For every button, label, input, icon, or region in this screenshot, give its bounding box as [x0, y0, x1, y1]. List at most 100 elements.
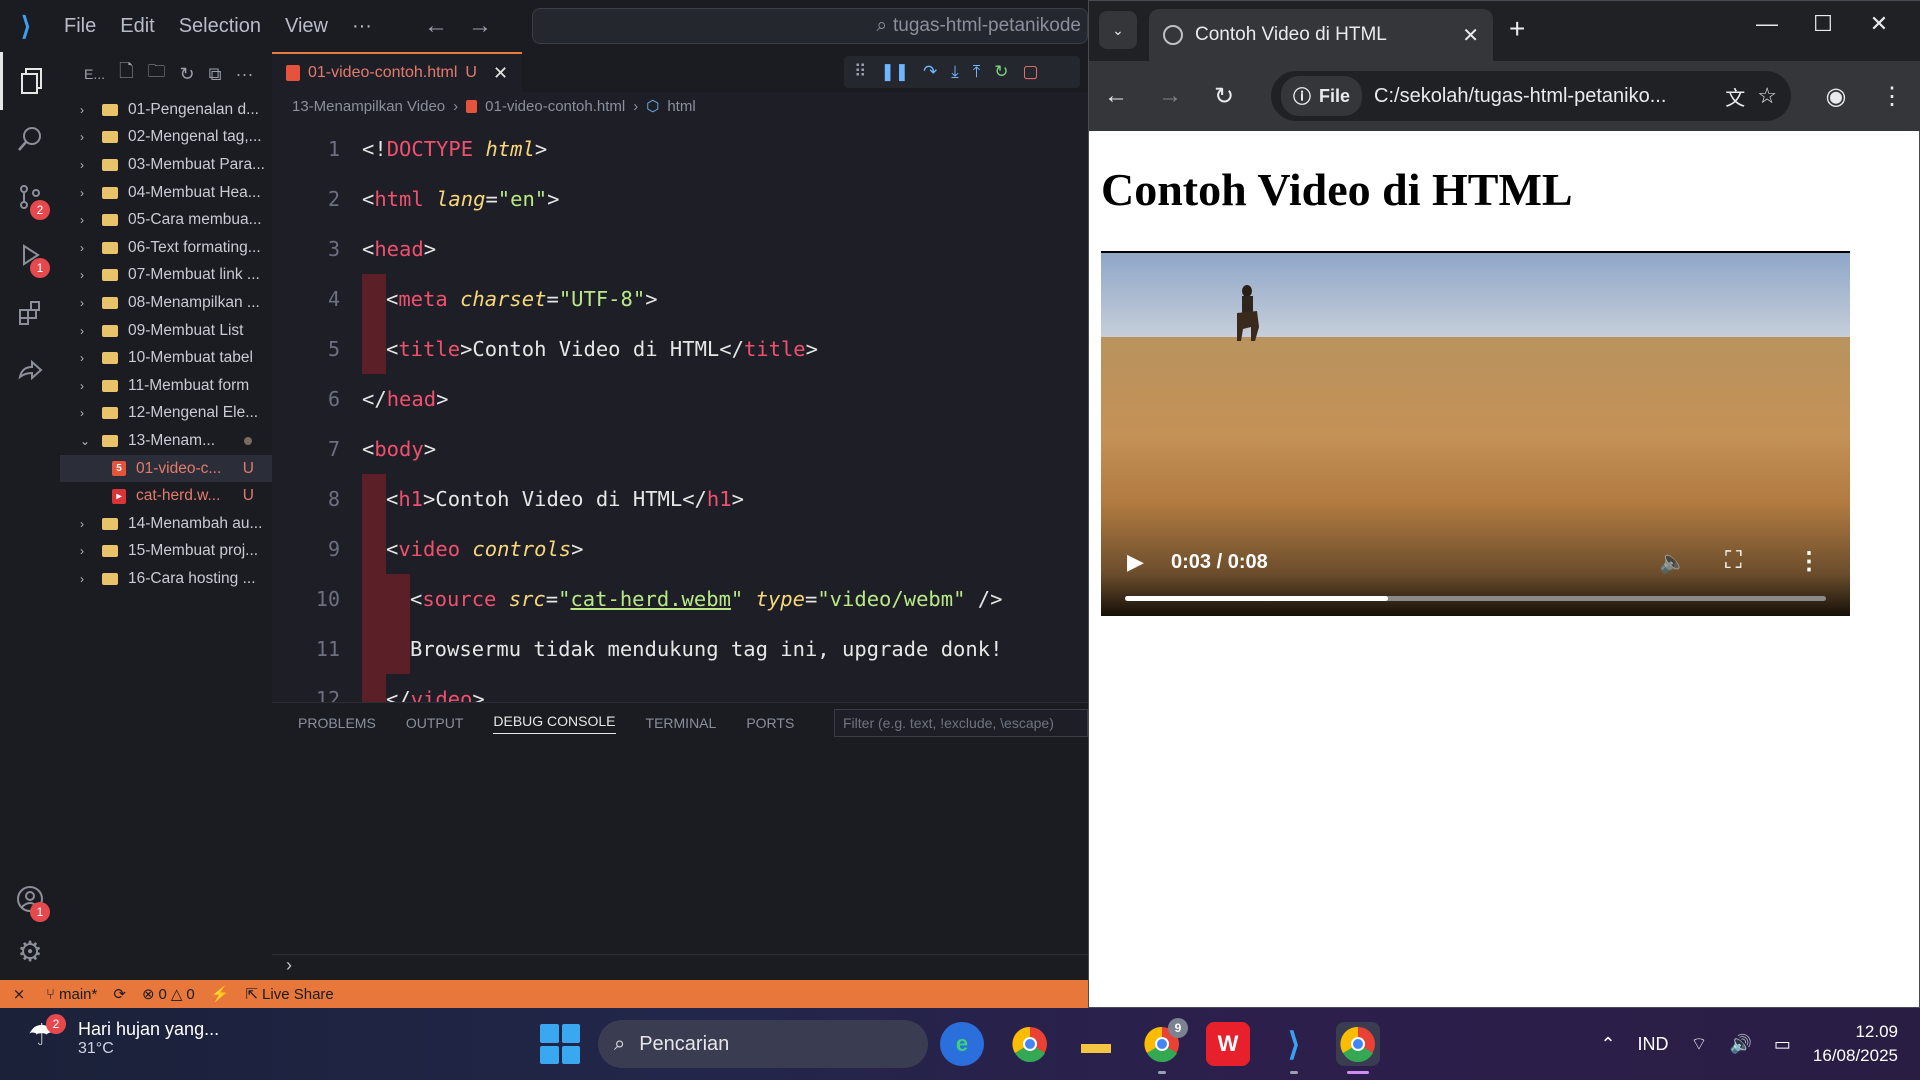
fullscreen-icon[interactable]: ⛶: [1725, 547, 1742, 575]
debug-console-filter-input[interactable]: Filter (e.g. text, !exclude, \escape): [834, 709, 1088, 737]
tab-debug-console[interactable]: DEBUG CONSOLE: [493, 713, 616, 734]
tree-item[interactable]: › 09-Membuat List: [60, 317, 272, 345]
explorer-icon[interactable]: [0, 52, 60, 110]
profile-icon[interactable]: ◉: [1809, 82, 1863, 111]
video-player[interactable]: ▶ 0:03 / 0:08 🔈 ⛶ ⋮: [1101, 251, 1850, 616]
back-arrow-icon[interactable]: ←: [414, 12, 458, 40]
account-icon[interactable]: 1: [0, 870, 60, 928]
file-explorer-icon[interactable]: ▬: [1074, 1022, 1118, 1066]
address-bar[interactable]: ⓘ File C:/sekolah/tugas-html-petaniko... …: [1271, 71, 1791, 121]
volume-icon[interactable]: 🔊: [1729, 1034, 1751, 1055]
remote-icon[interactable]: ⨯: [0, 985, 38, 1003]
collapse-all-icon[interactable]: ⧉: [209, 64, 222, 85]
tree-item[interactable]: 5 01-video-c... U: [60, 454, 272, 483]
new-folder-icon[interactable]: 🗀: [148, 59, 166, 89]
problems-status[interactable]: ⊗ 0 △ 0: [134, 985, 203, 1004]
forward-arrow-icon[interactable]: →: [458, 12, 502, 40]
edge-icon[interactable]: e: [940, 1022, 984, 1066]
bookmark-star-icon[interactable]: ☆: [1757, 83, 1777, 109]
chrome-active-icon[interactable]: [1336, 1022, 1380, 1074]
minimize-icon[interactable]: —: [1747, 11, 1787, 37]
tab-problems[interactable]: PROBLEMS: [298, 715, 376, 731]
drag-handle-icon[interactable]: ⠿: [854, 62, 866, 82]
menu-more[interactable]: ···: [340, 15, 384, 38]
tab-01-video-contoh[interactable]: 01-video-contoh.html U ✕: [272, 52, 523, 92]
clock[interactable]: 12.09 16/08/2025: [1813, 1020, 1898, 1068]
step-out-icon[interactable]: ⤒: [973, 62, 981, 82]
step-into-icon[interactable]: ⤓: [951, 62, 959, 82]
tray-overflow-chevron-icon[interactable]: ⌃: [1600, 1034, 1615, 1055]
tab-ports[interactable]: PORTS: [746, 715, 794, 731]
tree-item[interactable]: ⌄ 13-Menam...: [60, 427, 272, 455]
chrome-icon[interactable]: [1008, 1022, 1052, 1066]
breadcrumb-file[interactable]: 01-video-contoh.html: [485, 98, 625, 115]
tree-item[interactable]: › 14-Menambah au...: [60, 510, 272, 538]
tree-item[interactable]: › 02-Mengenal tag,...: [60, 124, 272, 152]
close-tab-icon[interactable]: ✕: [1462, 23, 1479, 48]
new-file-icon[interactable]: 🗋: [119, 59, 133, 89]
chrome-tab[interactable]: Contoh Video di HTML ✕: [1149, 9, 1493, 61]
command-center[interactable]: ⌕ tugas-html-petanikode: [532, 8, 1088, 44]
tab-output[interactable]: OUTPUT: [406, 715, 464, 731]
close-tab-icon[interactable]: ✕: [493, 63, 508, 84]
tree-item[interactable]: ▸ cat-herd.w... U: [60, 482, 272, 510]
tree-item[interactable]: › 10-Membuat tabel: [60, 344, 272, 372]
wifi-icon[interactable]: ⌔: [1691, 1033, 1708, 1056]
tree-item[interactable]: › 07-Membuat link ...: [60, 262, 272, 290]
pause-icon[interactable]: ❚❚: [880, 62, 909, 82]
tree-item[interactable]: › 05-Cara membua...: [60, 206, 272, 234]
taskbar-search[interactable]: ⌕ Pencarian: [598, 1020, 928, 1068]
weather-widget[interactable]: ☂ 2 Hari hujan yang... 31°C: [28, 1014, 219, 1058]
more-actions-icon[interactable]: ···: [235, 64, 253, 85]
forward-arrow-icon[interactable]: →: [1143, 82, 1197, 110]
search-icon[interactable]: [0, 110, 60, 168]
live-share-icon[interactable]: [0, 342, 60, 400]
stop-icon[interactable]: ▢: [1022, 62, 1038, 82]
debug-status-icon[interactable]: ⚡: [203, 985, 238, 1003]
battery-icon[interactable]: ▭: [1774, 1034, 1791, 1055]
translate-icon[interactable]: 文: [1725, 82, 1745, 111]
tree-item[interactable]: › 15-Membuat proj...: [60, 538, 272, 566]
sync-icon[interactable]: ⟳: [105, 985, 134, 1003]
extensions-icon[interactable]: [0, 284, 60, 342]
menu-edit[interactable]: Edit: [108, 15, 166, 38]
step-over-icon[interactable]: ↷: [923, 62, 937, 82]
restart-icon[interactable]: ↻: [994, 62, 1008, 82]
language-indicator[interactable]: IND: [1638, 1034, 1669, 1055]
maximize-icon[interactable]: ☐: [1803, 11, 1843, 37]
run-debug-icon[interactable]: 1: [0, 226, 60, 284]
wps-office-icon[interactable]: W: [1206, 1022, 1250, 1066]
tab-search-chevron-icon[interactable]: ⌄: [1099, 11, 1137, 49]
tree-item[interactable]: › 08-Menampilkan ...: [60, 289, 272, 317]
menu-view[interactable]: View: [273, 15, 340, 38]
reload-icon[interactable]: ↻: [1197, 82, 1251, 111]
chrome-menu-icon[interactable]: ⋮: [1865, 82, 1919, 111]
breadcrumb-folder[interactable]: 13-Menampilkan Video: [292, 98, 445, 115]
volume-icon[interactable]: 🔈: [1659, 549, 1686, 575]
refresh-icon[interactable]: ↻: [180, 64, 195, 85]
branch-status[interactable]: ⑂ main*: [38, 986, 105, 1003]
tree-item[interactable]: › 04-Membuat Hea...: [60, 179, 272, 207]
back-arrow-icon[interactable]: ←: [1089, 82, 1143, 110]
tree-item[interactable]: › 03-Membuat Para...: [60, 151, 272, 179]
tab-terminal[interactable]: TERMINAL: [646, 715, 717, 731]
code-editor[interactable]: 1 <!DOCTYPE html> 2 <html lang="en"> 3 <hea…: [272, 124, 1088, 702]
tree-item[interactable]: › 01-Pengenalan d...: [60, 96, 272, 124]
menu-selection[interactable]: Selection: [167, 15, 273, 38]
breadcrumb-symbol[interactable]: html: [667, 98, 695, 115]
windows-start-icon[interactable]: [540, 1024, 580, 1064]
more-options-icon[interactable]: ⋮: [1797, 547, 1821, 576]
play-icon[interactable]: ▶: [1127, 549, 1144, 575]
settings-gear-icon[interactable]: ⚙: [0, 922, 60, 980]
source-control-icon[interactable]: 2: [0, 168, 60, 226]
menu-file[interactable]: File: [52, 15, 108, 38]
chrome-profile-icon[interactable]: 9: [1140, 1018, 1188, 1074]
vscode-taskbar-icon[interactable]: ⟩: [1272, 1022, 1316, 1074]
tree-item[interactable]: › 11-Membuat form: [60, 372, 272, 400]
new-tab-plus-icon[interactable]: +: [1509, 13, 1525, 45]
video-progress-track[interactable]: [1125, 596, 1826, 601]
tree-item[interactable]: › 12-Mengenal Ele...: [60, 400, 272, 428]
site-info-chip[interactable]: ⓘ File: [1281, 76, 1363, 116]
tree-item[interactable]: › 16-Cara hosting ...: [60, 565, 272, 593]
live-share-status[interactable]: ⇱ Live Share: [237, 985, 341, 1004]
